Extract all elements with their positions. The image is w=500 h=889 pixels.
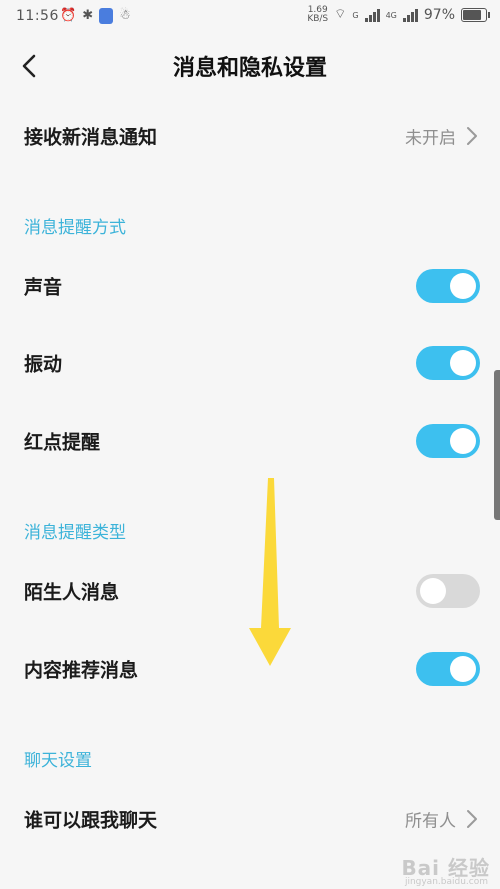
toggle-knob [450, 428, 476, 454]
watermark-url: jingyan.baidu.com [404, 877, 488, 887]
red-dot-toggle[interactable] [416, 424, 480, 458]
red-dot-row: 红点提醒 [0, 411, 500, 471]
alarm-icon: ⏰ [60, 8, 77, 23]
qq-icon: ☃ [119, 8, 131, 23]
red-dot-label: 红点提醒 [24, 431, 101, 454]
wifi-icon: ⌔ [334, 7, 347, 22]
section-reminder-type: 消息提醒类型 [24, 523, 126, 543]
signal-1-icon [364, 8, 380, 22]
recommended-messages-toggle[interactable] [416, 652, 480, 686]
toggle-knob [450, 656, 476, 682]
vibration-row: 振动 [0, 333, 500, 393]
chevron-right-icon [467, 810, 477, 828]
vibration-label: 振动 [24, 353, 63, 376]
stranger-messages-label: 陌生人消息 [24, 581, 120, 604]
battery-icon [461, 8, 487, 22]
arrow-down-icon [249, 478, 291, 666]
receive-notifications-row[interactable]: 接收新消息通知 未开启 [0, 106, 500, 166]
sound-row: 声音 [0, 256, 500, 316]
signal-2-label: 4G [385, 10, 397, 20]
signal-1-label: G [352, 10, 359, 20]
nav-bar: 消息和隐私设置 [0, 36, 500, 96]
who-can-chat-value: 所有人 [405, 811, 456, 832]
receive-notifications-label: 接收新消息通知 [24, 126, 158, 149]
section-chat-settings: 聊天设置 [24, 751, 92, 771]
stranger-messages-toggle[interactable] [416, 574, 480, 608]
scrollbar[interactable] [494, 370, 500, 520]
toggle-knob [450, 273, 476, 299]
status-time: 11:56 [16, 8, 59, 24]
sound-label: 声音 [24, 276, 63, 299]
sound-toggle[interactable] [416, 269, 480, 303]
chevron-right-icon [467, 127, 477, 145]
bluetooth-icon: ✱ [82, 8, 94, 23]
who-can-chat-label: 谁可以跟我聊天 [24, 809, 158, 832]
vibration-toggle[interactable] [416, 346, 480, 380]
receive-notifications-value: 未开启 [405, 128, 456, 149]
signal-2-icon [402, 8, 418, 22]
section-reminder-method: 消息提醒方式 [24, 218, 126, 238]
toggle-knob [420, 578, 446, 604]
toggle-knob [450, 350, 476, 376]
page-title: 消息和隐私设置 [172, 56, 327, 81]
shield-icon [99, 8, 114, 24]
who-can-chat-row[interactable]: 谁可以跟我聊天 所有人 [0, 789, 500, 849]
network-speed: 1.69 KB/S [307, 5, 329, 24]
status-bar: 11:56 ⏰ ✱ ☃ 1.69 KB/S ⌔ G 4G 97% [0, 0, 500, 36]
recommended-messages-label: 内容推荐消息 [24, 659, 139, 682]
battery-percent: 97% [423, 7, 455, 23]
